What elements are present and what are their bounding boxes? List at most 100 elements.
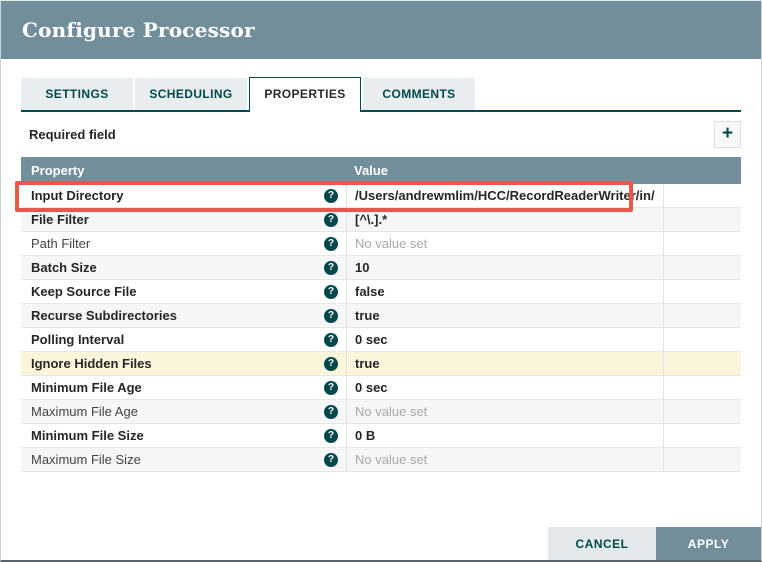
value-cell[interactable]: true bbox=[346, 304, 663, 327]
column-header-value: Value bbox=[354, 163, 388, 178]
help-icon[interactable]: ? bbox=[324, 380, 338, 395]
value-cell[interactable]: false bbox=[346, 280, 663, 303]
property-value: 10 bbox=[355, 260, 370, 275]
property-name: Minimum File Age bbox=[31, 380, 142, 395]
property-cell: Input Directory ? bbox=[21, 184, 346, 207]
help-icon[interactable]: ? bbox=[324, 356, 338, 371]
row-extra-cell bbox=[663, 376, 741, 399]
value-cell[interactable]: true bbox=[346, 352, 663, 375]
help-icon[interactable]: ? bbox=[324, 236, 338, 251]
property-value: 0 B bbox=[355, 428, 376, 443]
help-icon[interactable]: ? bbox=[324, 188, 338, 203]
table-row[interactable]: Path Filter ? No value set bbox=[21, 232, 741, 256]
table-row[interactable]: Polling Interval ? 0 sec bbox=[21, 328, 741, 352]
property-cell: Minimum File Age ? bbox=[21, 376, 346, 399]
property-name: Maximum File Size bbox=[31, 452, 141, 467]
value-cell[interactable]: 0 B bbox=[346, 424, 663, 447]
row-extra-cell bbox=[663, 184, 741, 207]
help-icon[interactable]: ? bbox=[324, 428, 338, 443]
table-row[interactable]: Recurse Subdirectories ? true bbox=[21, 304, 741, 328]
properties-table: Property Value Input Directory ? /Users/… bbox=[15, 157, 741, 472]
value-cell[interactable]: No value set bbox=[346, 232, 663, 255]
table-row[interactable]: File Filter ? [^\.].* bbox=[21, 208, 741, 232]
property-cell: Minimum File Size ? bbox=[21, 424, 346, 447]
row-extra-cell bbox=[663, 352, 741, 375]
row-extra-cell bbox=[663, 424, 741, 447]
value-cell[interactable]: 0 sec bbox=[346, 328, 663, 351]
help-icon[interactable]: ? bbox=[324, 404, 338, 419]
properties-toolbar: Required field + bbox=[21, 121, 741, 148]
property-name: Input Directory bbox=[31, 188, 124, 203]
help-icon[interactable]: ? bbox=[324, 260, 338, 275]
column-header-property: Property bbox=[31, 163, 85, 178]
property-cell: Maximum File Age ? bbox=[21, 400, 346, 423]
property-name: Maximum File Age bbox=[31, 404, 138, 419]
row-extra-cell bbox=[663, 448, 741, 471]
table-row[interactable]: Ignore Hidden Files ? true bbox=[21, 352, 741, 376]
property-name: Path Filter bbox=[31, 236, 91, 251]
property-name: Batch Size bbox=[31, 260, 97, 275]
tab-comments[interactable]: COMMENTS bbox=[363, 78, 475, 110]
value-cell[interactable]: 0 sec bbox=[346, 376, 663, 399]
cancel-button[interactable]: CANCEL bbox=[548, 527, 656, 560]
row-extra-cell bbox=[663, 280, 741, 303]
dialog-footer: CANCEL APPLY bbox=[548, 527, 761, 560]
property-value: true bbox=[355, 356, 380, 371]
property-name: Ignore Hidden Files bbox=[31, 356, 152, 371]
value-cell[interactable]: [^\.].* bbox=[346, 208, 663, 231]
property-name: Minimum File Size bbox=[31, 428, 144, 443]
table-row[interactable]: Batch Size ? 10 bbox=[21, 256, 741, 280]
property-cell: Recurse Subdirectories ? bbox=[21, 304, 346, 327]
row-extra-cell bbox=[663, 328, 741, 351]
property-value: 0 sec bbox=[355, 380, 388, 395]
property-name: Recurse Subdirectories bbox=[31, 308, 177, 323]
tab-bar: SETTINGS SCHEDULING PROPERTIES COMMENTS bbox=[21, 77, 741, 112]
tab-properties[interactable]: PROPERTIES bbox=[249, 77, 361, 112]
table-row[interactable]: Input Directory ? /Users/andrewmlim/HCC/… bbox=[21, 184, 741, 208]
table-row[interactable]: Maximum File Age ? No value set bbox=[21, 400, 741, 424]
value-cell[interactable]: No value set bbox=[346, 400, 663, 423]
tab-settings[interactable]: SETTINGS bbox=[21, 78, 133, 110]
configure-processor-dialog: Configure Processor SETTINGS SCHEDULING … bbox=[0, 0, 762, 562]
dialog-header: Configure Processor bbox=[1, 1, 761, 59]
help-icon[interactable]: ? bbox=[324, 452, 338, 467]
table-body: Input Directory ? /Users/andrewmlim/HCC/… bbox=[21, 184, 741, 472]
tab-scheduling[interactable]: SCHEDULING bbox=[135, 78, 247, 110]
required-field-label: Required field bbox=[29, 127, 116, 142]
property-cell: Path Filter ? bbox=[21, 232, 346, 255]
dialog-content: SETTINGS SCHEDULING PROPERTIES COMMENTS … bbox=[1, 77, 761, 472]
property-name: Polling Interval bbox=[31, 332, 125, 347]
value-cell[interactable]: No value set bbox=[346, 448, 663, 471]
table-header-row: Property Value bbox=[21, 157, 741, 184]
add-property-button[interactable]: + bbox=[714, 121, 741, 148]
apply-button[interactable]: APPLY bbox=[656, 527, 761, 560]
value-cell[interactable]: 10 bbox=[346, 256, 663, 279]
property-cell: File Filter ? bbox=[21, 208, 346, 231]
table-row[interactable]: Maximum File Size ? No value set bbox=[21, 448, 741, 472]
plus-icon: + bbox=[721, 123, 734, 144]
property-name: Keep Source File bbox=[31, 284, 137, 299]
property-value: /Users/andrewmlim/HCC/RecordReaderWriter… bbox=[355, 188, 655, 203]
row-extra-cell bbox=[663, 256, 741, 279]
help-icon[interactable]: ? bbox=[324, 284, 338, 299]
row-extra-cell bbox=[663, 400, 741, 423]
property-value: No value set bbox=[355, 236, 428, 251]
table-row[interactable]: Minimum File Size ? 0 B bbox=[21, 424, 741, 448]
row-extra-cell bbox=[663, 232, 741, 255]
help-icon[interactable]: ? bbox=[324, 332, 338, 347]
row-extra-cell bbox=[663, 208, 741, 231]
row-extra-cell bbox=[663, 304, 741, 327]
property-cell: Maximum File Size ? bbox=[21, 448, 346, 471]
help-icon[interactable]: ? bbox=[324, 212, 338, 227]
value-cell[interactable]: /Users/andrewmlim/HCC/RecordReaderWriter… bbox=[346, 184, 663, 207]
property-value: No value set bbox=[355, 404, 428, 419]
property-name: File Filter bbox=[31, 212, 89, 227]
property-value: 0 sec bbox=[355, 332, 388, 347]
property-value: [^\.].* bbox=[355, 212, 388, 227]
table-row[interactable]: Minimum File Age ? 0 sec bbox=[21, 376, 741, 400]
property-value: No value set bbox=[355, 452, 428, 467]
property-cell: Keep Source File ? bbox=[21, 280, 346, 303]
property-cell: Batch Size ? bbox=[21, 256, 346, 279]
help-icon[interactable]: ? bbox=[324, 308, 338, 323]
table-row[interactable]: Keep Source File ? false bbox=[21, 280, 741, 304]
